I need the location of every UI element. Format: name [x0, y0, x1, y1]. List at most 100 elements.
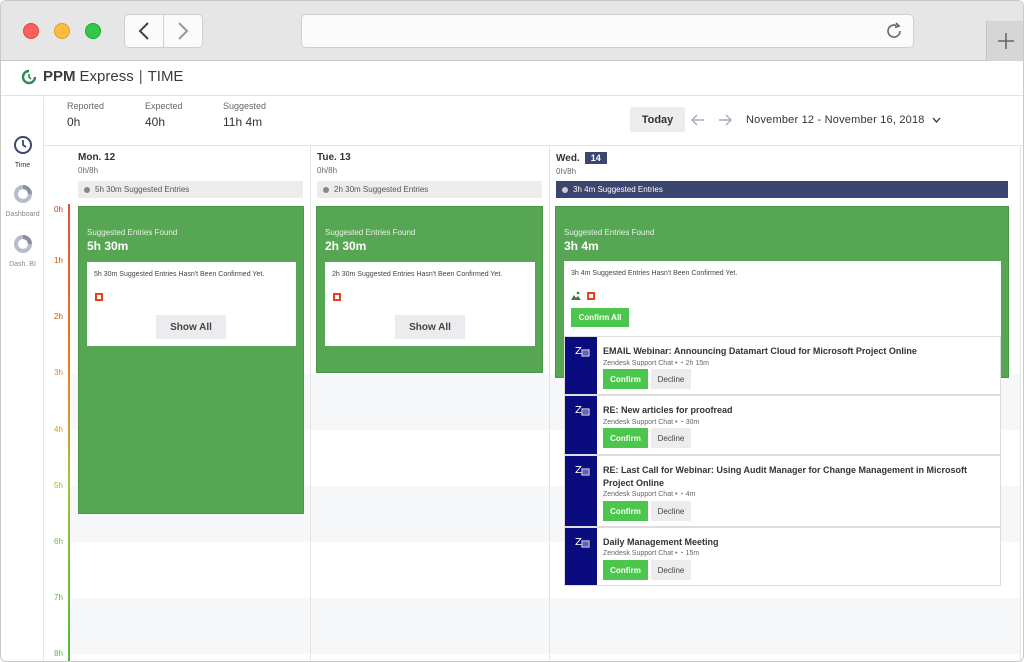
expected-value: 40h: [145, 115, 166, 129]
grid-top-border: [44, 145, 1023, 146]
column-divider: [310, 146, 311, 661]
entry-duration: 15m: [685, 550, 700, 557]
donut-chart-icon: [13, 185, 32, 203]
today-button[interactable]: Today: [630, 107, 685, 132]
chevron-down-icon: [932, 117, 941, 123]
sidebar-item-label: Dashboard: [5, 211, 40, 218]
box-title: Suggested Entries Found: [564, 228, 655, 237]
summary-expected: Expected 40h: [145, 101, 183, 129]
app-logo[interactable]: PPM Express | TIME: [21, 68, 183, 85]
svg-text:Z: Z: [575, 465, 582, 476]
hour-label: 5h: [54, 481, 63, 490]
decline-button[interactable]: Decline: [651, 501, 691, 521]
hour-label: 2h: [54, 312, 63, 321]
next-day-column: [1020, 146, 1023, 661]
entry-title: RE: Last Call for Webinar: Using Audit M…: [603, 465, 968, 488]
show-all-button[interactable]: Show All: [156, 315, 226, 339]
suggested-entry[interactable]: Z EMAIL Webinar: Announcing Datamart Clo…: [564, 336, 1001, 395]
show-all-button[interactable]: Show All: [395, 315, 465, 339]
confirm-button[interactable]: Confirm: [603, 428, 648, 448]
decline-button[interactable]: Decline: [651, 560, 691, 580]
brand-light: Express: [79, 68, 134, 85]
address-bar[interactable]: [301, 14, 914, 48]
entry-title: RE: New articles for proofread: [603, 405, 733, 415]
zoom-window-button[interactable]: [85, 23, 101, 39]
unconfirmed-text: 2h 30m Suggested Entries Hasn't Been Con…: [332, 271, 503, 278]
sidebar-item-dash-bi[interactable]: Dash. BI: [1, 234, 44, 268]
box-hours: 2h 30m: [325, 239, 367, 253]
summary-reported: Reported 0h: [67, 101, 104, 129]
reload-icon[interactable]: [885, 22, 903, 40]
clock-icon: ◔: [679, 360, 684, 367]
date-range-text: November 12 - November 16, 2018: [746, 114, 925, 126]
ppm-logo-icon: [21, 69, 37, 84]
suggested-entries-text: 2h 30m Suggested Entries: [334, 185, 429, 194]
zendesk-icon: Z: [565, 396, 597, 454]
clock-icon: ◔: [679, 491, 684, 498]
box-title: Suggested Entries Found: [87, 228, 178, 237]
product-name: TIME: [147, 68, 184, 85]
day-hours: 0h/8h: [556, 167, 577, 176]
day-name: Mon. 12: [78, 152, 116, 163]
suggested-value: 11h 4m: [223, 115, 263, 129]
hour-label: 7h: [54, 593, 63, 602]
hour-band: [71, 598, 1023, 654]
sidebar-item-label: Time: [14, 162, 31, 169]
minimize-window-button[interactable]: [54, 23, 70, 39]
box-hours: 3h 4m: [564, 239, 599, 253]
browser-forward-button[interactable]: [163, 14, 203, 48]
suggested-entry[interactable]: Z RE: New articles for proofread Zendesk…: [564, 395, 1001, 455]
arrow-right-icon: [719, 114, 732, 126]
zendesk-icon: Z: [565, 337, 597, 394]
confirm-all-button[interactable]: Confirm All: [571, 308, 629, 327]
browser-back-button[interactable]: [124, 14, 164, 48]
decline-button[interactable]: Decline: [651, 428, 691, 448]
clock-icon: [13, 136, 32, 154]
hour-label: 0h: [54, 205, 63, 214]
app-header: PPM Express | TIME: [1, 61, 1023, 96]
suggested-entry[interactable]: Z RE: Last Call for Webinar: Using Audit…: [564, 455, 1001, 527]
confirm-button[interactable]: Confirm: [603, 560, 648, 580]
suggested-entries-bar[interactable]: 2h 30m Suggested Entries: [317, 181, 542, 198]
zendesk-icon: Z: [565, 528, 597, 585]
sidebar-item-label: Dash. BI: [9, 261, 36, 268]
column-divider: [549, 146, 550, 661]
svg-text:Z: Z: [575, 537, 582, 548]
confirm-button[interactable]: Confirm: [603, 369, 648, 389]
date-range-picker[interactable]: November 12 - November 16, 2018: [746, 114, 941, 126]
bullet-icon: [562, 186, 568, 193]
close-window-button[interactable]: [23, 23, 39, 39]
confirm-button[interactable]: Confirm: [603, 501, 648, 521]
clock-icon: ◔: [679, 550, 684, 557]
day-name: Tue. 13: [317, 152, 351, 163]
sidebar-item-dashboard[interactable]: Dashboard: [1, 184, 44, 218]
entry-meta: Zendesk Support Chat • ◔ 2h 15m: [603, 360, 709, 367]
bullet-icon: [84, 186, 90, 193]
suggested-entries-box[interactable]: Suggested Entries Found 5h 30m 5h 30m Su…: [78, 206, 304, 514]
brand-separator: |: [138, 68, 143, 85]
new-tab-button[interactable]: [986, 21, 1023, 61]
suggested-entries-bar[interactable]: 3h 4m Suggested Entries: [556, 181, 1008, 198]
decline-button[interactable]: Decline: [651, 369, 691, 389]
suggested-entries-text: 5h 30m Suggested Entries: [95, 185, 190, 194]
hour-label: 3h: [54, 368, 63, 377]
prev-week-button[interactable]: [691, 113, 705, 129]
day-name: Wed. 14: [556, 152, 607, 164]
entry-duration: 30m: [685, 419, 700, 426]
entry-duration: 4m: [685, 491, 696, 498]
day-hours: 0h/8h: [317, 166, 338, 175]
reported-value: 0h: [67, 115, 81, 129]
unconfirmed-text: 5h 30m Suggested Entries Hasn't Been Con…: [94, 271, 265, 278]
entry-source: Zendesk Support Chat: [603, 491, 674, 498]
entry-meta: Zendesk Support Chat • ◔ 15m: [603, 550, 699, 557]
suggested-entry[interactable]: Z Daily Management Meeting Zendesk Suppo…: [564, 527, 1001, 586]
suggested-entries-box[interactable]: Suggested Entries Found 2h 30m 2h 30m Su…: [316, 206, 543, 373]
sidebar-item-time[interactable]: Time: [1, 135, 44, 169]
next-week-button[interactable]: [718, 113, 732, 129]
day-header-mon: Mon. 12 0h/8h: [78, 152, 115, 175]
plus-icon: [998, 33, 1014, 49]
unconfirmed-text: 3h 4m Suggested Entries Hasn't Been Conf…: [571, 270, 738, 277]
office-icon: [95, 293, 103, 301]
suggested-entries-bar[interactable]: 5h 30m Suggested Entries: [78, 181, 303, 198]
svg-text:Z: Z: [575, 405, 582, 416]
